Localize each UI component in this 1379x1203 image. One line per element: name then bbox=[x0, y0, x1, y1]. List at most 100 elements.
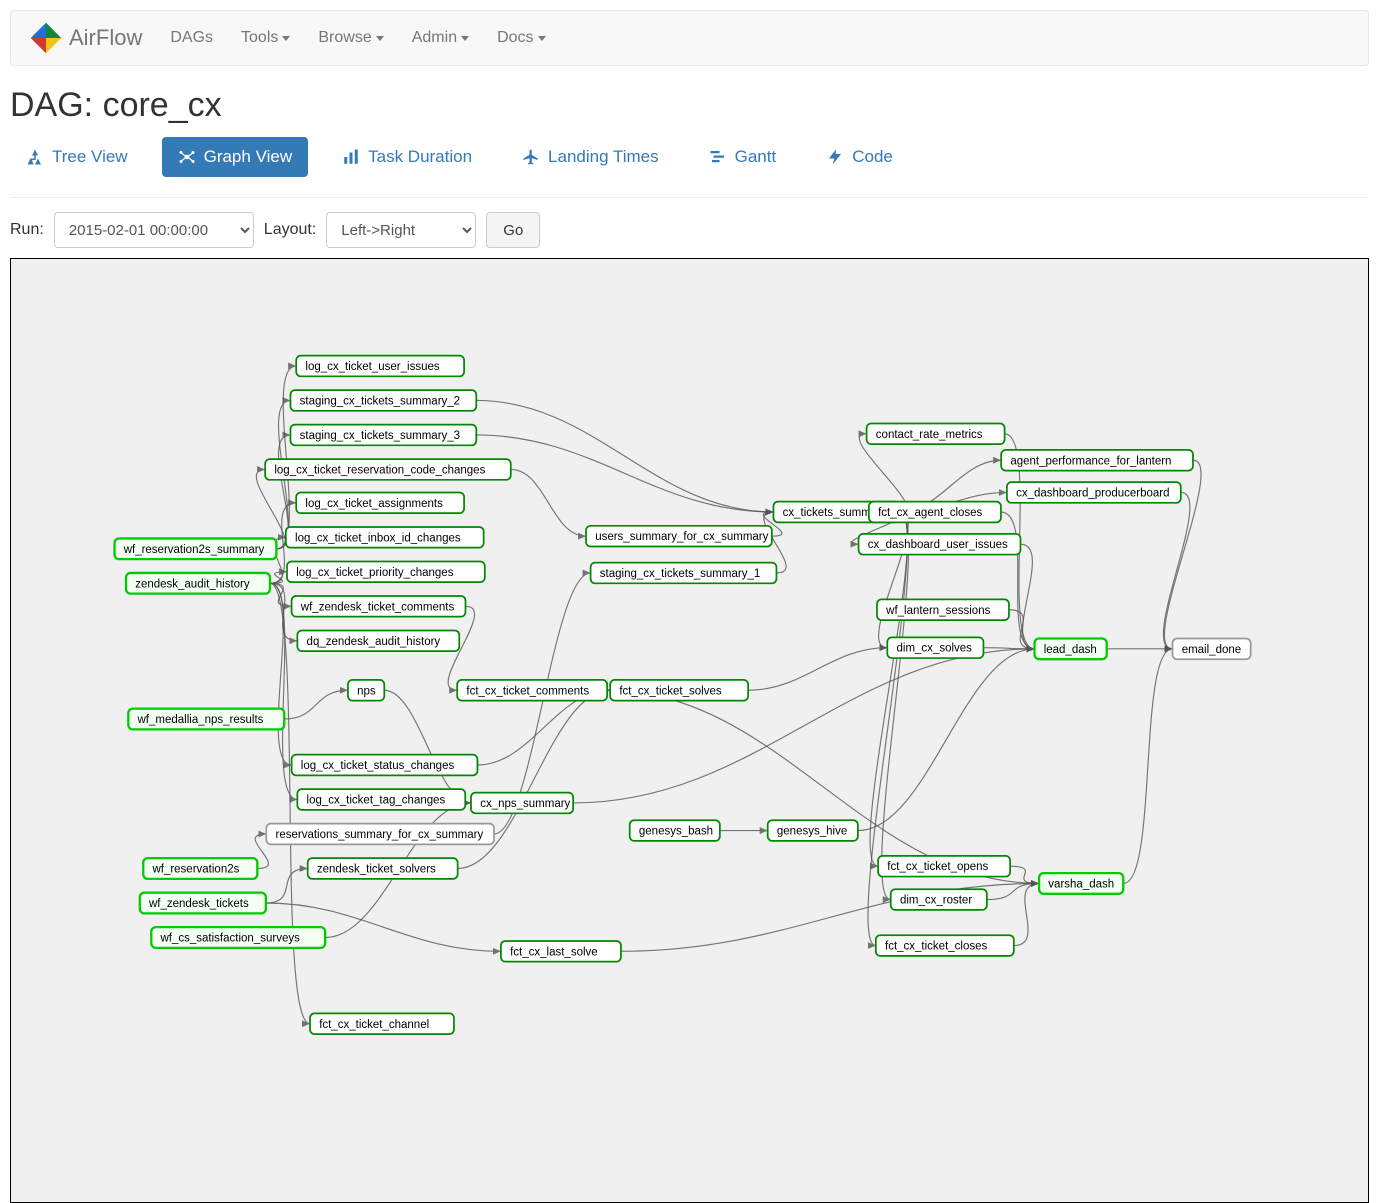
layout-label: Layout: bbox=[264, 221, 316, 239]
svg-text:wf_medallia_nps_results: wf_medallia_nps_results bbox=[137, 714, 264, 726]
task-wf_zendesk_ticket_comments[interactable]: wf_zendesk_ticket_comments bbox=[292, 596, 466, 617]
task-log_cx_ticket_reservation_code_changes[interactable]: log_cx_ticket_reservation_code_changes bbox=[265, 459, 511, 480]
edge-wf_medallia_nps_results-nps bbox=[284, 690, 348, 719]
tab-task-duration[interactable]: Task Duration bbox=[326, 137, 488, 177]
svg-text:staging_cx_tickets_summary_2: staging_cx_tickets_summary_2 bbox=[300, 395, 460, 407]
svg-text:staging_cx_tickets_summary_1: staging_cx_tickets_summary_1 bbox=[600, 568, 760, 580]
svg-text:agent_performance_for_lantern: agent_performance_for_lantern bbox=[1010, 455, 1171, 467]
task-fct_cx_ticket_channel[interactable]: fct_cx_ticket_channel bbox=[310, 1013, 454, 1034]
task-dim_cx_roster[interactable]: dim_cx_roster bbox=[891, 889, 987, 910]
tab-graph-view[interactable]: Graph View bbox=[162, 137, 309, 177]
task-log_cx_ticket_priority_changes[interactable]: log_cx_ticket_priority_changes bbox=[287, 561, 485, 582]
svg-text:users_summary_for_cx_summary: users_summary_for_cx_summary bbox=[595, 531, 768, 543]
task-log_cx_ticket_assignments[interactable]: log_cx_ticket_assignments bbox=[296, 492, 464, 513]
task-dq_zendesk_audit_history[interactable]: dq_zendesk_audit_history bbox=[297, 630, 459, 651]
svg-text:log_cx_ticket_inbox_id_changes: log_cx_ticket_inbox_id_changes bbox=[295, 532, 461, 544]
nav-tools[interactable]: Tools bbox=[241, 29, 290, 47]
svg-text:fct_cx_ticket_comments: fct_cx_ticket_comments bbox=[466, 685, 589, 697]
task-fct_cx_ticket_closes[interactable]: fct_cx_ticket_closes bbox=[876, 935, 1014, 956]
svg-text:log_cx_ticket_tag_changes: log_cx_ticket_tag_changes bbox=[307, 795, 446, 807]
task-lead_dash[interactable]: lead_dash bbox=[1035, 639, 1107, 660]
task-zendesk_audit_history[interactable]: zendesk_audit_history bbox=[126, 573, 270, 594]
svg-text:contact_rate_metrics: contact_rate_metrics bbox=[876, 429, 983, 441]
task-log_cx_ticket_status_changes[interactable]: log_cx_ticket_status_changes bbox=[292, 755, 478, 776]
task-contact_rate_metrics[interactable]: contact_rate_metrics bbox=[867, 423, 1005, 444]
edge-fct_cx_agent_closes-lead_dash bbox=[1001, 512, 1035, 649]
task-wf_lantern_sessions[interactable]: wf_lantern_sessions bbox=[877, 599, 1009, 620]
task-users_summary_for_cx_summary[interactable]: users_summary_for_cx_summary bbox=[586, 526, 772, 547]
edge-staging_cx_tickets_summary_2-cx_tickets_summary bbox=[476, 400, 773, 512]
svg-text:fct_cx_ticket_solves: fct_cx_ticket_solves bbox=[619, 685, 722, 697]
svg-text:wf_lantern_sessions: wf_lantern_sessions bbox=[885, 605, 990, 617]
task-wf_zendesk_tickets[interactable]: wf_zendesk_tickets bbox=[140, 893, 266, 914]
graph-controls: Run: 2015-02-01 00:00:00 Layout: Left->R… bbox=[10, 212, 1369, 248]
task-nps[interactable]: nps bbox=[348, 680, 384, 701]
edge-genesys_hive-lead_dash bbox=[858, 649, 1035, 831]
svg-text:reservations_summary_for_cx_su: reservations_summary_for_cx_summary bbox=[276, 829, 484, 841]
svg-text:wf_cs_satisfaction_surveys: wf_cs_satisfaction_surveys bbox=[160, 933, 301, 945]
task-wf_reservation2s_summary[interactable]: wf_reservation2s_summary bbox=[115, 538, 277, 559]
task-staging_cx_tickets_summary_2[interactable]: staging_cx_tickets_summary_2 bbox=[290, 390, 476, 411]
task-staging_cx_tickets_summary_3[interactable]: staging_cx_tickets_summary_3 bbox=[290, 425, 476, 446]
svg-text:dim_cx_solves: dim_cx_solves bbox=[897, 643, 973, 655]
dag-graph[interactable]: wf_reservation2s_summary zendesk_audit_hi… bbox=[11, 259, 1368, 1202]
bolt-icon bbox=[826, 148, 844, 166]
task-cx_dashboard_user_issues[interactable]: cx_dashboard_user_issues bbox=[859, 534, 1021, 555]
svg-text:genesys_bash: genesys_bash bbox=[639, 826, 713, 838]
task-fct_cx_ticket_solves[interactable]: fct_cx_ticket_solves bbox=[610, 680, 748, 701]
task-fct_cx_agent_closes[interactable]: fct_cx_agent_closes bbox=[869, 502, 1001, 523]
edge-dim_cx_roster-varsha_dash bbox=[987, 883, 1039, 899]
task-log_cx_ticket_user_issues[interactable]: log_cx_ticket_user_issues bbox=[296, 356, 464, 377]
run-select[interactable]: 2015-02-01 00:00:00 bbox=[54, 212, 254, 248]
svg-text:fct_cx_ticket_channel: fct_cx_ticket_channel bbox=[319, 1019, 429, 1031]
svg-text:dq_zendesk_audit_history: dq_zendesk_audit_history bbox=[307, 636, 441, 648]
task-fct_cx_last_solve[interactable]: fct_cx_last_solve bbox=[501, 941, 621, 962]
edge-cx_tickets_summary-fct_cx_ticket_opens bbox=[870, 512, 907, 866]
task-log_cx_ticket_tag_changes[interactable]: log_cx_ticket_tag_changes bbox=[297, 789, 465, 810]
svg-text:log_cx_ticket_reservation_code: log_cx_ticket_reservation_code_changes bbox=[274, 464, 485, 476]
task-varsha_dash[interactable]: varsha_dash bbox=[1039, 873, 1123, 894]
task-wf_medallia_nps_results[interactable]: wf_medallia_nps_results bbox=[128, 709, 284, 730]
svg-text:log_cx_ticket_status_changes: log_cx_ticket_status_changes bbox=[301, 760, 455, 772]
view-tabs: Tree View Graph View Task Duration Landi… bbox=[10, 137, 1369, 177]
edge-fct_cx_ticket_comments-varsha_dash bbox=[607, 690, 1039, 883]
plane-icon bbox=[522, 148, 540, 166]
tab-code[interactable]: Code bbox=[810, 137, 909, 177]
svg-text:zendesk_audit_history: zendesk_audit_history bbox=[135, 578, 250, 590]
brand[interactable]: AirFlow bbox=[29, 21, 142, 55]
tab-tree-view[interactable]: Tree View bbox=[10, 137, 144, 177]
task-log_cx_ticket_inbox_id_changes[interactable]: log_cx_ticket_inbox_id_changes bbox=[286, 527, 484, 548]
task-reservations_summary_for_cx_summary[interactable]: reservations_summary_for_cx_summary bbox=[266, 824, 494, 845]
svg-text:zendesk_ticket_solvers: zendesk_ticket_solvers bbox=[317, 864, 436, 876]
nav-docs[interactable]: Docs bbox=[497, 29, 545, 47]
tab-landing-times[interactable]: Landing Times bbox=[506, 137, 675, 177]
task-wf_reservation2s[interactable]: wf_reservation2s bbox=[143, 858, 257, 879]
task-dim_cx_solves[interactable]: dim_cx_solves bbox=[887, 637, 983, 658]
edge-wf_zendesk_tickets-zendesk_ticket_solvers bbox=[266, 869, 308, 904]
svg-text:wf_reservation2s: wf_reservation2s bbox=[151, 864, 239, 876]
svg-text:fct_cx_last_solve: fct_cx_last_solve bbox=[510, 946, 598, 958]
svg-text:log_cx_ticket_priority_changes: log_cx_ticket_priority_changes bbox=[296, 567, 454, 579]
task-cx_nps_summary[interactable]: cx_nps_summary bbox=[471, 793, 573, 814]
nav-admin[interactable]: Admin bbox=[412, 29, 469, 47]
go-button[interactable]: Go bbox=[486, 212, 540, 248]
svg-text:genesys_hive: genesys_hive bbox=[777, 826, 847, 838]
task-cx_dashboard_producerboard[interactable]: cx_dashboard_producerboard bbox=[1007, 482, 1181, 503]
edge-cx_dashboard_producerboard-email_done bbox=[1163, 492, 1189, 648]
task-fct_cx_ticket_comments[interactable]: fct_cx_ticket_comments bbox=[457, 680, 607, 701]
task-wf_cs_satisfaction_surveys[interactable]: wf_cs_satisfaction_surveys bbox=[151, 927, 325, 948]
task-email_done[interactable]: email_done bbox=[1173, 639, 1251, 660]
task-staging_cx_tickets_summary_1[interactable]: staging_cx_tickets_summary_1 bbox=[591, 563, 777, 584]
task-zendesk_ticket_solvers[interactable]: zendesk_ticket_solvers bbox=[308, 858, 458, 879]
task-agent_performance_for_lantern[interactable]: agent_performance_for_lantern bbox=[1001, 450, 1193, 471]
svg-text:fct_cx_ticket_closes: fct_cx_ticket_closes bbox=[885, 941, 988, 953]
task-genesys_hive[interactable]: genesys_hive bbox=[768, 820, 858, 841]
edge-staging_cx_tickets_summary_3-cx_tickets_summary bbox=[476, 435, 773, 512]
caret-icon bbox=[376, 36, 384, 41]
task-fct_cx_ticket_opens[interactable]: fct_cx_ticket_opens bbox=[878, 856, 1010, 877]
nav-browse[interactable]: Browse bbox=[318, 29, 383, 47]
tab-gantt[interactable]: Gantt bbox=[693, 137, 793, 177]
nav-dags[interactable]: DAGs bbox=[170, 29, 213, 47]
layout-select[interactable]: Left->Right bbox=[326, 212, 476, 248]
task-genesys_bash[interactable]: genesys_bash bbox=[630, 820, 720, 841]
